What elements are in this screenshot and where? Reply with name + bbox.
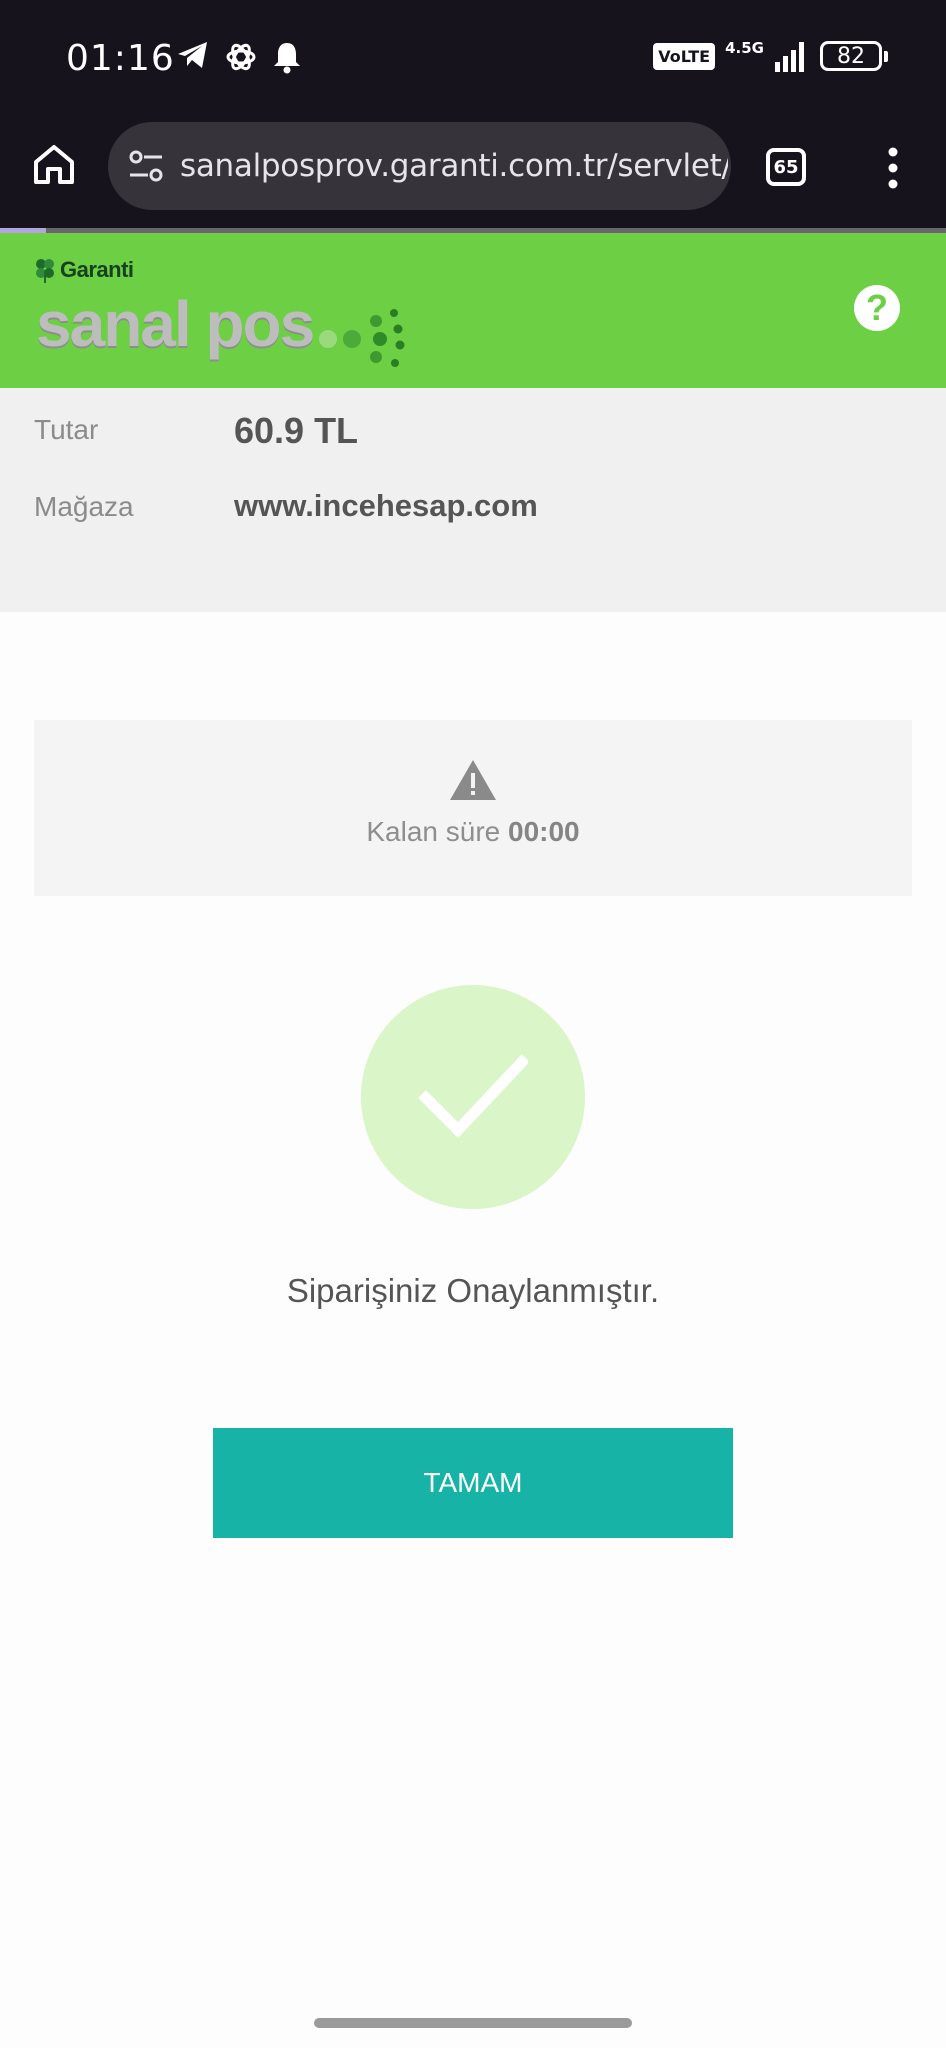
url-text[interactable]: sanalposprov.garanti.com.tr/servlet/gt3d [180, 148, 728, 184]
tab-switcher-button[interactable]: 65 [766, 148, 806, 186]
browser-toolbar: sanalposprov.garanti.com.tr/servlet/gt3d… [0, 112, 946, 228]
order-info-panel: Tutar 60.9 TL Mağaza www.incehesap.com [0, 388, 946, 612]
page-header: Garanti sanal pos ? [0, 233, 946, 388]
store-label: Mağaza [34, 491, 134, 522]
timer-text: Kalan süre 00:00 [34, 816, 912, 848]
openai-icon [226, 43, 256, 71]
brand-small: Garanti [60, 257, 134, 282]
notification-icons [176, 40, 302, 74]
dots-logo-icon [319, 309, 405, 367]
home-icon[interactable] [30, 140, 78, 188]
timer-box: Kalan süre 00:00 [34, 720, 912, 896]
address-bar[interactable]: sanalposprov.garanti.com.tr/servlet/gt3d [108, 122, 731, 210]
help-button[interactable]: ? [854, 285, 900, 331]
amount-value: 60.9 TL [234, 410, 359, 451]
warning-icon [450, 760, 496, 800]
timer-label: Kalan süre [366, 816, 501, 847]
telegram-icon [178, 42, 207, 68]
status-bar: 01:16 VoLTE 4.5G 82 [0, 0, 946, 112]
ok-button[interactable]: TAMAM [213, 1428, 733, 1538]
clover-icon [36, 259, 54, 283]
bell-icon [274, 43, 300, 74]
success-message: Siparişiniz Onaylanmıştır. [286, 1272, 660, 1309]
system-icons: VoLTE 4.5G 82 [653, 39, 888, 72]
status-time: 01:16 [66, 38, 175, 79]
brand-large: sanal pos [36, 288, 315, 360]
volte-badge: VoLTE [653, 42, 716, 70]
network-type: 4.5G [725, 39, 764, 57]
checkmark-icon [418, 1054, 528, 1138]
signal-icon [775, 42, 804, 72]
store-value: www.incehesap.com [234, 488, 538, 523]
garanti-sanalpos-logo: Garanti sanal pos [34, 257, 405, 367]
tune-icon[interactable] [126, 146, 166, 186]
timer-value: 00:00 [508, 816, 580, 847]
success-badge [361, 985, 585, 1209]
more-vert-icon[interactable] [878, 144, 908, 192]
gesture-bar[interactable] [314, 2018, 632, 2028]
battery-indicator: 82 [820, 41, 888, 71]
amount-label: Tutar [34, 414, 99, 445]
